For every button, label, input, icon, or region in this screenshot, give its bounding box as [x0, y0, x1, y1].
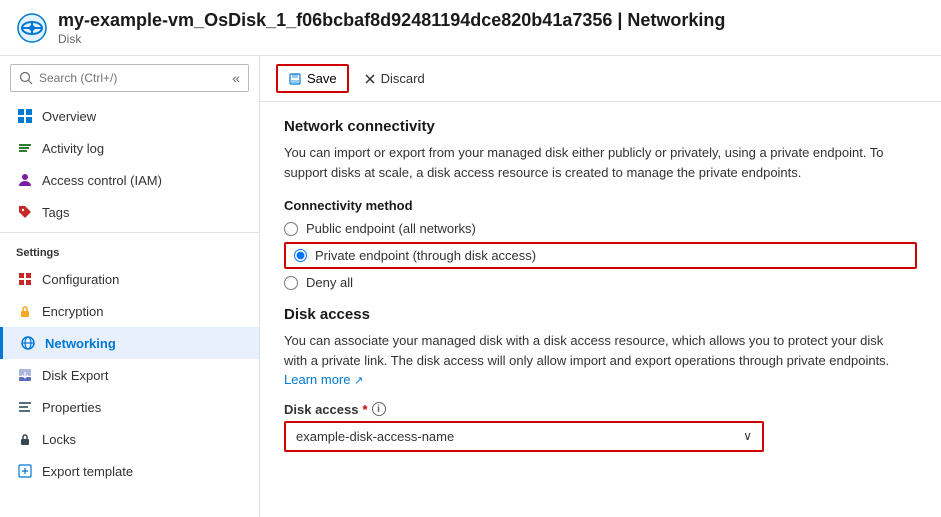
content-area: Save Discard Network connectivity You ca…: [260, 56, 941, 517]
radio-private-container[interactable]: Private endpoint (through disk access): [284, 242, 917, 269]
sidebar-item-activity-log[interactable]: Activity log: [0, 132, 259, 164]
save-label: Save: [307, 71, 337, 86]
sidebar-item-overview[interactable]: Overview: [0, 100, 259, 132]
radio-private-input[interactable]: [294, 249, 307, 262]
disk-export-label: Disk Export: [42, 368, 108, 383]
properties-icon: [16, 398, 34, 416]
disk-access-desc-text: You can associate your managed disk with…: [284, 333, 889, 368]
radio-deny-input[interactable]: [284, 276, 298, 290]
dropdown-arrow-icon: ∨: [743, 429, 752, 443]
radio-public[interactable]: Public endpoint (all networks): [284, 221, 917, 236]
sidebar-item-encryption[interactable]: Encryption: [0, 295, 259, 327]
search-input[interactable]: [39, 71, 179, 85]
sidebar-item-properties[interactable]: Properties: [0, 391, 259, 423]
sidebar-item-locks[interactable]: Locks: [0, 423, 259, 455]
nav-divider: [0, 232, 259, 233]
required-indicator: *: [362, 402, 367, 417]
overview-label: Overview: [42, 109, 96, 124]
sidebar: « Overview Activity log Access control (…: [0, 56, 260, 517]
discard-button[interactable]: Discard: [353, 65, 436, 92]
main-layout: « Overview Activity log Access control (…: [0, 56, 941, 517]
encryption-label: Encryption: [42, 304, 103, 319]
network-connectivity-title: Network connectivity: [284, 118, 917, 135]
radio-private-label: Private endpoint (through disk access): [315, 248, 536, 263]
tags-icon: [16, 203, 34, 221]
page-title: my-example-vm_OsDisk_1_f06bcbaf8d9248119…: [58, 10, 725, 31]
disk-access-section: Disk access You can associate your manag…: [284, 306, 917, 452]
activity-log-label: Activity log: [42, 141, 104, 156]
overview-icon: [16, 107, 34, 125]
sidebar-item-iam[interactable]: Access control (IAM): [0, 164, 259, 196]
content-body: Network connectivity You can import or e…: [260, 102, 941, 468]
export-template-label: Export template: [42, 464, 133, 479]
collapse-button[interactable]: «: [232, 70, 240, 86]
connectivity-radio-group: Public endpoint (all networks) Private e…: [284, 221, 917, 290]
configuration-label: Configuration: [42, 272, 119, 287]
radio-public-label: Public endpoint (all networks): [306, 221, 476, 236]
tags-label: Tags: [42, 205, 69, 220]
disk-access-dropdown[interactable]: example-disk-access-name ∨: [284, 421, 764, 452]
search-icon: [19, 71, 33, 85]
info-icon[interactable]: i: [372, 402, 386, 416]
config-icon: [16, 270, 34, 288]
radio-deny[interactable]: Deny all: [284, 275, 917, 290]
properties-label: Properties: [42, 400, 101, 415]
resource-type: Disk: [58, 32, 725, 46]
save-button[interactable]: Save: [276, 64, 349, 93]
encryption-icon: [16, 302, 34, 320]
export-template-icon: [16, 462, 34, 480]
locks-label: Locks: [42, 432, 76, 447]
save-icon: [288, 72, 302, 86]
resource-icon: [16, 12, 48, 44]
networking-label: Networking: [45, 336, 116, 351]
sidebar-item-networking[interactable]: Networking: [0, 327, 259, 359]
disk-access-field-label: Disk access * i: [284, 402, 917, 417]
external-link-icon: ↗: [354, 375, 363, 387]
network-connectivity-desc: You can import or export from your manag…: [284, 143, 904, 182]
network-connectivity-section: Network connectivity You can import or e…: [284, 118, 917, 290]
search-box[interactable]: «: [10, 64, 249, 92]
toolbar: Save Discard: [260, 56, 941, 102]
sidebar-item-export-template[interactable]: Export template: [0, 455, 259, 487]
disk-access-label-text: Disk access: [284, 402, 358, 417]
sidebar-item-tags[interactable]: Tags: [0, 196, 259, 228]
radio-public-input[interactable]: [284, 222, 298, 236]
learn-more-link[interactable]: Learn more: [284, 372, 350, 387]
iam-label: Access control (IAM): [42, 173, 162, 188]
disk-access-desc: You can associate your managed disk with…: [284, 331, 904, 390]
disk-export-icon: [16, 366, 34, 384]
radio-deny-label: Deny all: [306, 275, 353, 290]
network-active-icon: [19, 334, 37, 352]
page-header: my-example-vm_OsDisk_1_f06bcbaf8d9248119…: [0, 0, 941, 56]
iam-icon: [16, 171, 34, 189]
connectivity-method-label: Connectivity method: [284, 198, 917, 213]
locks-icon: [16, 430, 34, 448]
sidebar-item-configuration[interactable]: Configuration: [0, 263, 259, 295]
settings-section-label: Settings: [0, 237, 259, 263]
discard-label: Discard: [381, 71, 425, 86]
header-text: my-example-vm_OsDisk_1_f06bcbaf8d9248119…: [58, 10, 725, 46]
activity-icon: [16, 139, 34, 157]
disk-access-title: Disk access: [284, 306, 917, 323]
sidebar-item-disk-export[interactable]: Disk Export: [0, 359, 259, 391]
disk-access-dropdown-value: example-disk-access-name: [296, 429, 454, 444]
discard-icon: [364, 73, 376, 85]
